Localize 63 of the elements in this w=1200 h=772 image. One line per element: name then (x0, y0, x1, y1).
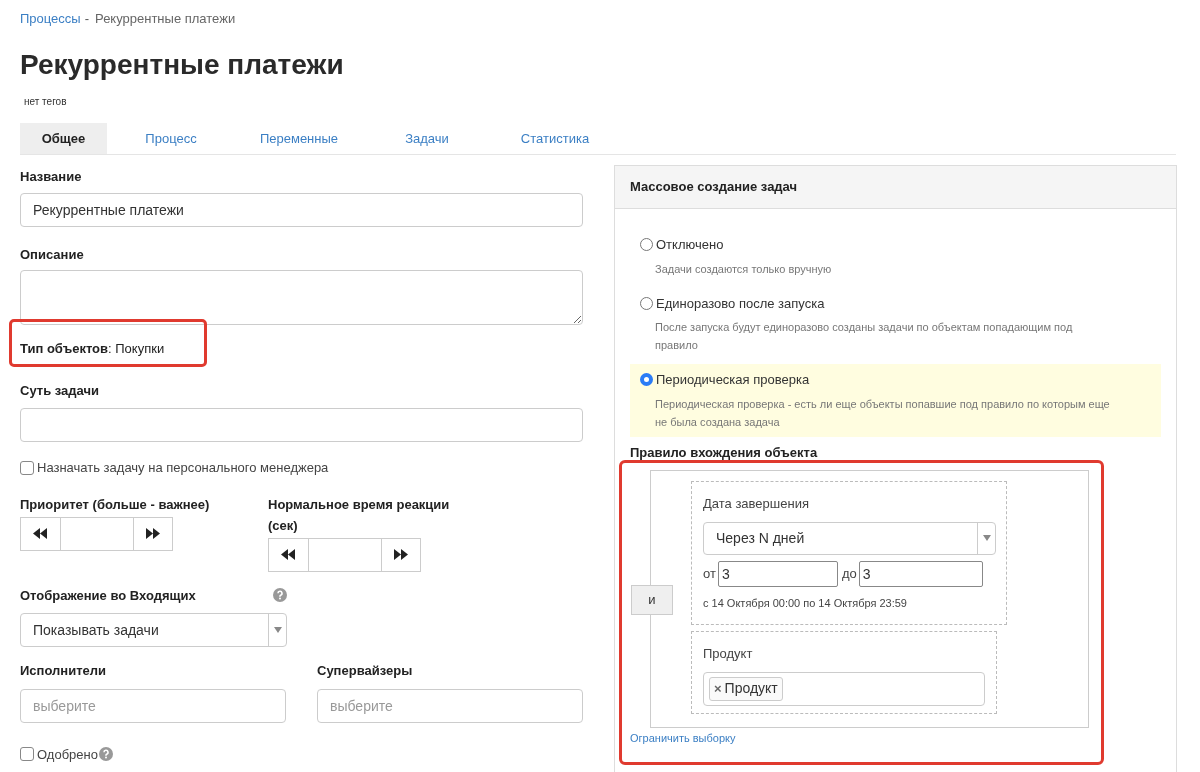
number-stepper[interactable] (20, 516, 173, 551)
field-label: Суть задачи (20, 381, 99, 400)
field-label: Исполнители (20, 662, 106, 680)
option-description: После запуска будут единоразово созданы задачи по объектам попадающим под правило (655, 320, 1074, 353)
object-type-text: Тип объектов: Покупки (20, 340, 165, 358)
tag-field[interactable]: × Продукт (703, 671, 985, 706)
checkbox[interactable] (20, 747, 34, 762)
field-label: Супервайзеры (317, 662, 413, 680)
field-label: Описание (20, 245, 84, 264)
limit-link[interactable]: Ограничить выборку (630, 730, 736, 747)
panel-title: Массовое создание задач (630, 178, 798, 197)
field-label: Название (20, 168, 82, 186)
tags-note: нет тегов (24, 95, 67, 109)
rule-title: Правило вхождения объекта (630, 443, 818, 462)
name-field[interactable]: Рекуррентные платежи (20, 192, 583, 227)
field-label: Нормальное время реакции (сек) (268, 495, 451, 535)
field-label: Приоритет (больше - важнее) (20, 495, 210, 514)
people-field[interactable]: выберите (317, 688, 583, 723)
double-left-arrow-icon (281, 549, 296, 560)
period-select[interactable]: Через N дней (703, 521, 996, 555)
checkbox-label: Назначать задачу на персонального менеджера (37, 459, 329, 477)
condition-label: Продукт (703, 645, 753, 663)
double-left-arrow-icon (33, 528, 48, 539)
number-stepper[interactable] (268, 537, 421, 572)
tab[interactable]: Статистика (491, 123, 619, 154)
date-range-text: с 14 Октября 00:00 по 14 Октября 23:59 (703, 595, 907, 611)
breadcrumb-separator: - (84, 10, 90, 29)
tag-label: Продукт (724, 679, 778, 698)
description-field[interactable] (20, 270, 583, 325)
breadcrumb-link[interactable]: Процессы (20, 9, 81, 29)
range-label: до (841, 564, 857, 583)
breadcrumb-current: Рекуррентные платежи (95, 10, 236, 29)
radio-button[interactable] (640, 296, 653, 310)
range-label: от (703, 564, 716, 583)
task-essence-field[interactable] (20, 408, 583, 442)
help-icon (273, 588, 287, 603)
tab[interactable]: Переменные (235, 123, 363, 154)
checkbox[interactable] (20, 460, 34, 475)
option-description: Периодическая проверка - есть ли еще объекты попавшие под правило по которым еще не была создана задача (655, 396, 1111, 430)
radio-label: Единоразово после запуска (656, 294, 825, 313)
tab[interactable]: Общее (20, 123, 107, 154)
condition-label: Дата завершения (703, 495, 809, 513)
from-field[interactable]: 3 (717, 560, 838, 587)
double-right-arrow-icon (145, 528, 160, 539)
radio-button[interactable] (640, 238, 653, 252)
remove-tag-button[interactable]: × (714, 678, 722, 699)
caret-icon (273, 627, 282, 633)
to-field[interactable]: 3 (858, 560, 983, 587)
operator-button[interactable]: и (631, 585, 673, 615)
option-description: Задачи создаются только вручную (655, 261, 833, 277)
caret-icon (982, 535, 991, 541)
people-field[interactable]: выберите (20, 688, 286, 723)
radio-label: Отключено (656, 236, 724, 254)
tab[interactable]: Задачи (363, 123, 491, 154)
inbox-select[interactable]: Показывать задачи (20, 613, 287, 647)
field-label: Отображение во Входящих (20, 586, 196, 605)
radio-label: Периодическая проверка (656, 371, 810, 389)
help-icon (98, 747, 113, 762)
checkbox-label: Одобрено (37, 745, 98, 764)
double-right-arrow-icon (393, 549, 408, 560)
page-title: Рекуррентные платежи (20, 48, 344, 82)
tab[interactable]: Процесс (107, 123, 235, 154)
radio-button[interactable] (640, 373, 653, 387)
